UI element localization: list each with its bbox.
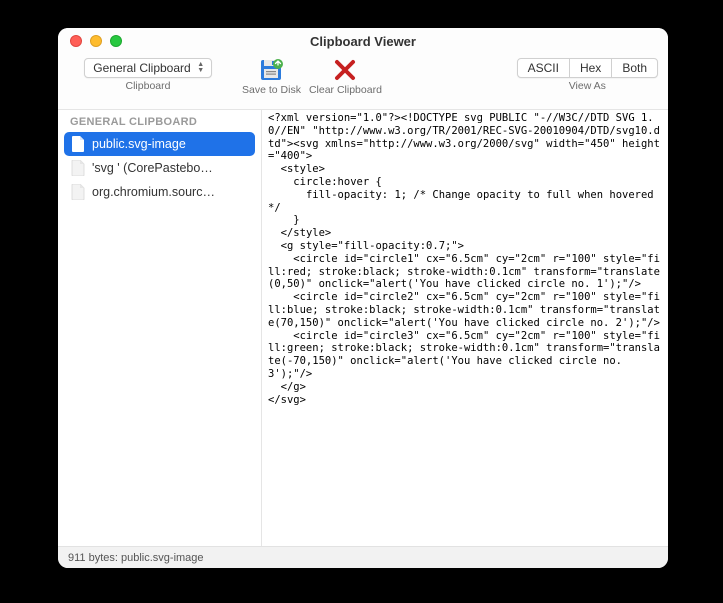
sidebar-item-svg-corepasteboard[interactable]: 'svg ' (CorePastebo… — [58, 156, 261, 180]
main-content[interactable]: <?xml version="1.0"?><!DOCTYPE svg PUBLI… — [262, 110, 668, 546]
close-button[interactable] — [70, 35, 82, 47]
save-to-disk-button[interactable] — [257, 58, 285, 82]
sidebar-item-label: 'svg ' (CorePastebo… — [92, 161, 213, 175]
clipboard-label: Clipboard — [126, 80, 171, 92]
viewas-hex[interactable]: Hex — [570, 59, 612, 77]
document-icon — [70, 160, 86, 176]
window-title: Clipboard Viewer — [58, 34, 668, 49]
statusbar: 911 bytes: public.svg-image — [58, 546, 668, 568]
sidebar-header: GENERAL CLIPBOARD — [58, 110, 261, 132]
clipboard-content-text: <?xml version="1.0"?><!DOCTYPE svg PUBLI… — [268, 112, 662, 406]
viewas-ascii[interactable]: ASCII — [518, 59, 570, 77]
viewas-both[interactable]: Both — [612, 59, 657, 77]
viewas-segmented: ASCII Hex Both — [517, 58, 658, 78]
clipboard-group: General Clipboard ▲▼ Clipboard — [68, 58, 228, 92]
document-icon — [70, 136, 86, 152]
minimize-button[interactable] — [90, 35, 102, 47]
sidebar-item-chromium-source[interactable]: org.chromium.sourc… — [58, 180, 261, 204]
document-icon — [70, 184, 86, 200]
content-area: GENERAL CLIPBOARD public.svg-image — [58, 110, 668, 546]
save-group: Save to Disk — [242, 58, 301, 96]
app-window: Clipboard Viewer General Clipboard ▲▼ Cl… — [58, 28, 668, 568]
toolbar: General Clipboard ▲▼ Clipboard — [58, 54, 668, 110]
sidebar-item-label: public.svg-image — [92, 137, 186, 151]
status-text: 911 bytes: public.svg-image — [68, 552, 204, 564]
viewas-label: View As — [569, 80, 606, 92]
clipboard-select-value: General Clipboard — [93, 61, 190, 75]
select-arrows-icon: ▲▼ — [195, 61, 207, 75]
sidebar: GENERAL CLIPBOARD public.svg-image — [58, 110, 262, 546]
zoom-button[interactable] — [110, 35, 122, 47]
clear-clipboard-button[interactable] — [331, 58, 359, 82]
traffic-lights — [58, 35, 122, 47]
viewas-group: ASCII Hex Both View As — [517, 58, 658, 92]
clear-label: Clear Clipboard — [309, 84, 382, 96]
clear-group: Clear Clipboard — [309, 58, 382, 96]
clipboard-select[interactable]: General Clipboard ▲▼ — [84, 58, 211, 78]
titlebar: Clipboard Viewer — [58, 28, 668, 54]
sidebar-item-label: org.chromium.sourc… — [92, 185, 215, 199]
save-label: Save to Disk — [242, 84, 301, 96]
sidebar-item-public-svg[interactable]: public.svg-image — [64, 132, 255, 156]
